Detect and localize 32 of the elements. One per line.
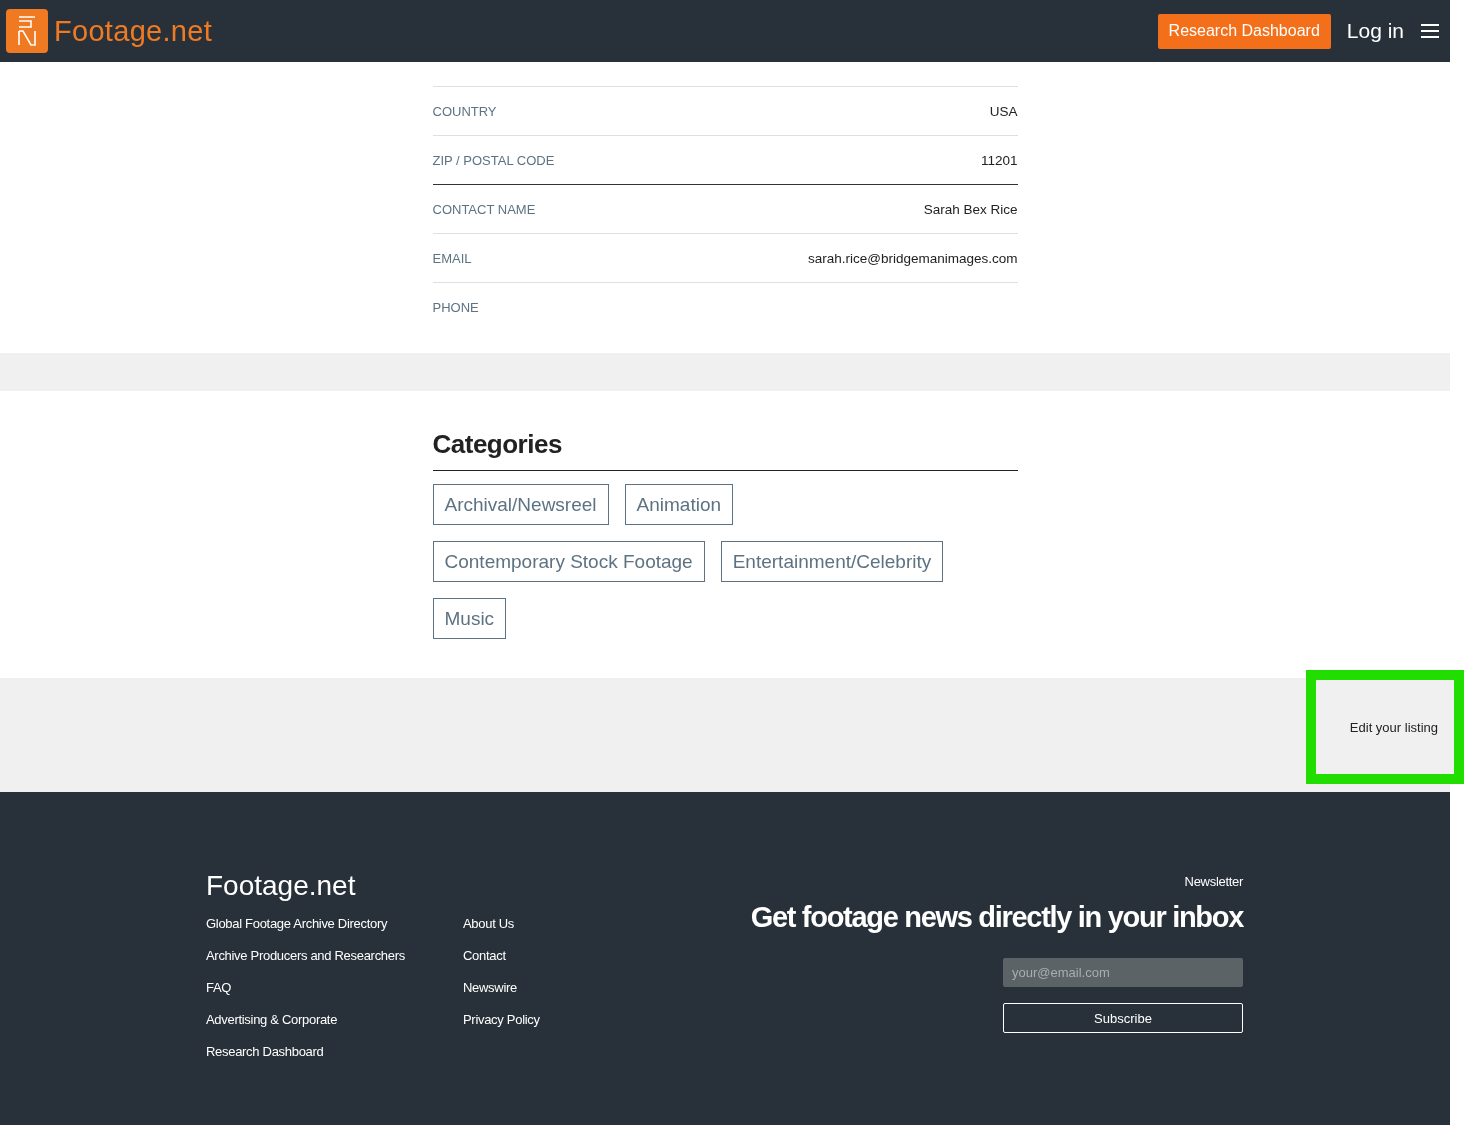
field-value: Sarah Bex Rice — [923, 201, 1018, 217]
field-label: PHONE — [432, 299, 479, 315]
footer-link[interactable]: FAQ — [206, 980, 463, 995]
footer-link[interactable]: About Us — [463, 916, 720, 931]
category-tag[interactable]: Archival/Newsreel — [432, 484, 609, 525]
field-label: ZIP / POSTAL CODE — [432, 152, 555, 168]
logo-text[interactable]: Footage.net — [54, 14, 213, 48]
field-label: COUNTRY — [432, 103, 497, 119]
category-tag[interactable]: Entertainment/Celebrity — [720, 541, 944, 582]
footer-link[interactable]: Newswire — [463, 980, 720, 995]
footer-link[interactable]: Archive Producers and Researchers — [206, 948, 463, 963]
newsletter-heading: Get footage news directly in your inbox — [750, 901, 1243, 934]
footer-link[interactable]: Privacy Policy — [463, 1012, 720, 1027]
subscribe-button[interactable]: Subscribe — [1003, 1003, 1243, 1033]
email-field[interactable]: your@email.com — [1003, 958, 1243, 987]
category-tag[interactable]: Contemporary Stock Footage — [432, 541, 705, 582]
footer-brand[interactable]: Footage.net — [206, 870, 720, 902]
field-label: CONTACT NAME — [432, 201, 536, 217]
field-label: EMAIL — [432, 250, 472, 266]
footer-link[interactable]: Advertising & Corporate — [206, 1012, 463, 1027]
field-value: sarah.rice@bridgemanimages.com — [807, 250, 1018, 266]
footer-link[interactable]: Research Dashboard — [206, 1044, 463, 1059]
footer-link[interactable]: Global Footage Archive Directory — [206, 916, 463, 931]
category-tag[interactable]: Animation — [624, 484, 734, 525]
category-tag[interactable]: Music — [432, 598, 507, 639]
section-heading: Categories — [432, 429, 1018, 471]
field-value: 11201 — [980, 152, 1018, 168]
field-value: USA — [989, 103, 1018, 119]
newsletter-label: Newsletter — [1184, 874, 1243, 889]
footer-link[interactable]: Contact — [463, 948, 720, 963]
menu-icon[interactable] — [1420, 23, 1440, 39]
login-link[interactable]: Log in — [1346, 19, 1404, 43]
